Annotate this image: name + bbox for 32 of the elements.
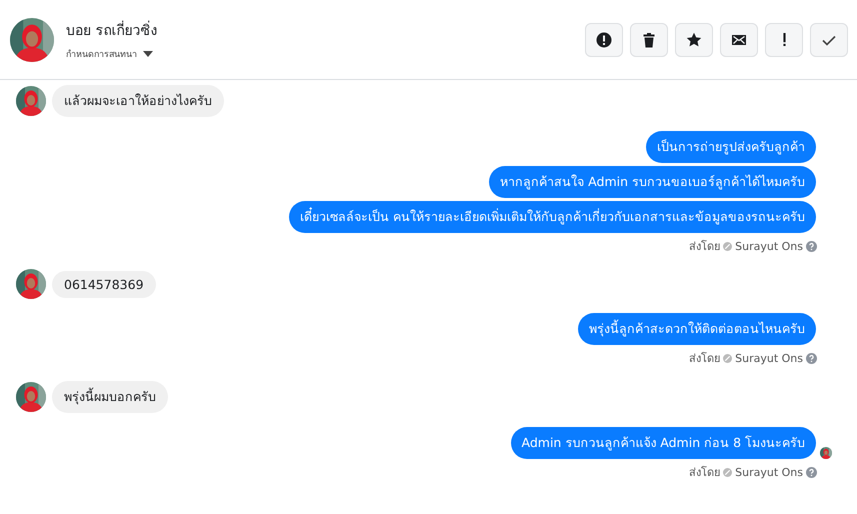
alert-icon	[596, 32, 612, 48]
trash-icon	[641, 32, 657, 48]
sent-by-label: ส่งโดย	[689, 239, 720, 255]
message-bubble: Admin รบกวนลูกค้าแจ้ง Admin ก่อน 8 โมงนะครับ	[510, 427, 816, 459]
exclamation-icon	[782, 33, 786, 46]
status-icon	[723, 468, 732, 476]
trash-button[interactable]	[630, 22, 668, 56]
help-icon[interactable]	[806, 466, 817, 478]
mail-button[interactable]	[720, 22, 758, 56]
message-bubble: พรุ่งนี้ผมบอกครับ	[52, 381, 168, 413]
message-bubble: 0614578369	[52, 270, 156, 298]
sent-by-label: ส่งโดย	[689, 351, 720, 367]
sender-name: Surayut Ons	[735, 240, 803, 252]
message-bubble: แล้วผมจะเอาให้อย่างไงครับ	[52, 85, 224, 117]
help-icon[interactable]	[806, 240, 817, 252]
message-bubble: หากลูกค้าสนใจ Admin รบกวนขอเบอร์ลูกค้าได้ไหมครับ	[489, 166, 816, 198]
sender-name: Surayut Ons	[735, 352, 803, 364]
help-icon[interactable]	[806, 352, 817, 364]
check-button[interactable]	[810, 22, 848, 56]
caret-icon[interactable]	[143, 50, 153, 56]
message-bubble: เดี๋ยวเซลล์จะเป็น คนให้รายละเอียดเพิ่มเติมให้กับลูกค้าเกี่ยวกับเอกสารและข้อมูลของรถนะครับ	[289, 201, 816, 233]
sender-name: Surayut Ons	[735, 466, 803, 478]
conversation-label: กำหนดการสนทนา	[66, 48, 137, 60]
contact-name: บอย รถเกี่ยวซิ่ง	[66, 20, 158, 40]
star-icon	[686, 32, 702, 48]
status-icon	[723, 354, 732, 362]
alert-button[interactable]	[585, 22, 623, 56]
message-bubble: เป็นการถ่ายรูปส่งครับลูกค้า	[646, 131, 816, 163]
star-button[interactable]	[675, 22, 713, 56]
sent-by-label: ส่งโดย	[689, 465, 720, 481]
message-bubble: พรุ่งนี้ลูกค้าสะดวกให้ติดต่อตอนไหนครับ	[578, 313, 816, 345]
status-icon	[723, 242, 732, 250]
